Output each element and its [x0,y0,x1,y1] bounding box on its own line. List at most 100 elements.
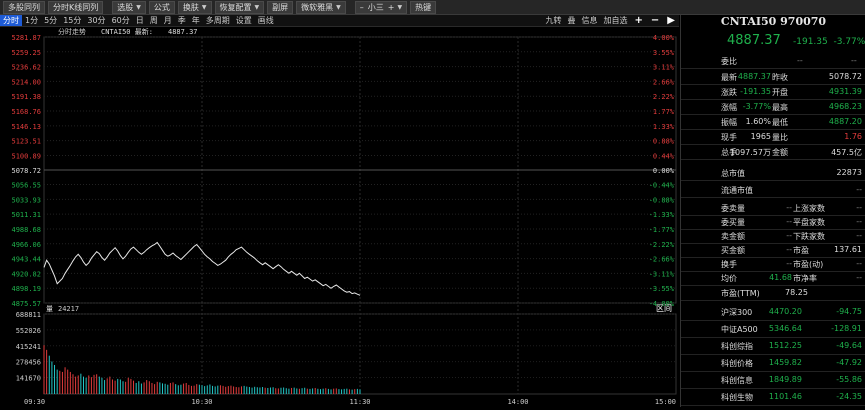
stat-value: 137.61 [834,245,862,254]
index-value: 1459.82 [768,358,802,367]
index-name: 沪深300 [721,308,753,317]
chevron-down-icon: ▼ [336,3,341,11]
pct-tick-label: 0.44% [653,152,675,160]
index-row[interactable]: 科创价格 1459.82 -47.92 [681,355,865,372]
pe-ttm-row: 市盈(TTM) 78.25 [681,287,865,301]
weibi-row: 委比 -- -- [681,55,865,69]
y-tick-label: 5281.87 [11,34,41,42]
y-tick-label: 5146.13 [11,123,41,131]
index-value: 1101.46 [768,392,802,401]
period-tab-4[interactable]: 30分 [84,15,108,26]
stat-label: 委卖量 [721,204,745,213]
toolbar-button-8[interactable]: – 小三 + ▼ [354,0,408,14]
volume-header-prefix: 量 [46,305,53,313]
quote-label: 涨跌 [721,88,737,97]
index-row[interactable]: 科创综指 1512.25 -49.64 [681,338,865,355]
quote-label: 金额 [772,148,788,157]
main-toolbar: 多股同列 分时K线同列 选股 ▼ 公式 换肤 ▼ 恢复配置 ▼ 副屏 微软雅黑 ▼ – 小三 + ▼ 热键 [0,0,865,15]
quote-value: 1.60% [745,117,771,126]
period-tab-7[interactable]: 周 [147,15,161,26]
stat-label: 均价 [721,274,737,283]
toolbar-minus-icon[interactable]: – [360,3,364,12]
pct-tick-label: -1.33% [649,211,675,219]
toolbar-button-label: 微软雅黑 [301,2,334,12]
toolbar-plus-icon[interactable]: + [388,3,395,12]
pct-tick-label: 2.66% [653,78,675,86]
interval-button[interactable]: 区间 [656,304,672,313]
chart-tool-0[interactable]: 九转 [543,15,565,26]
toolbar-button-label: 恢复配置 [219,2,252,12]
pct-tick-label: -1.77% [649,226,675,234]
stat-label: 上涨家数 [793,204,825,213]
quote-value: 1965 [750,132,771,141]
toolbar-button-label: 副屏 [272,2,289,12]
chart-tool-1[interactable]: 叠 [565,15,579,26]
quote-panel: CNTAI50 970070 4887.37 -191.35 -3.77% 委比… [680,15,865,407]
y-tick-label: 4966.06 [11,241,41,249]
quote-label: 最低 [772,118,788,127]
period-tab-11[interactable]: 多周期 [203,15,233,26]
volume-tick-label: 141670 [16,375,41,383]
pct-tick-label: 3.11% [653,64,675,72]
intraday-chart[interactable]: 分时走势 CNTAI50 最新: 4887.37 5281.87 4.00% 5259.2… [0,27,679,407]
quote-value: 1097.57万 [729,148,771,157]
chart-tool-3[interactable]: 加自选 [601,15,631,26]
y-tick-label: 5100.89 [11,152,41,160]
y-tick-label: 4920.82 [11,270,41,278]
toolbar-button-3[interactable]: 公式 [148,0,175,14]
chart-tools: 九转叠信息 加自选 + − ▶ [543,15,679,26]
quote-value: -191.35 [740,87,771,96]
toolbar-button-4[interactable]: 换肤 ▼ [177,0,212,14]
price-line [43,241,361,296]
period-tab-13[interactable]: 画线 [255,15,277,26]
stat-row: 委卖量 -- 上涨家数 -- [681,202,865,216]
toolbar-button-7[interactable]: 微软雅黑 ▼ [296,0,346,14]
price-change: -191.35 -3.77% [793,37,865,47]
pct-tick-label: -0.88% [649,196,675,204]
period-tab-10[interactable]: 年 [189,15,203,26]
toolbar-button-2[interactable]: 选股 ▼ [112,0,146,14]
period-tab-1[interactable]: 1分 [22,15,41,26]
index-name: 科创生物 [721,393,753,402]
period-tab-0[interactable]: 分时 [0,15,22,26]
period-tab-8[interactable]: 月 [161,15,175,26]
period-tab-5[interactable]: 60分 [109,15,133,26]
y-tick-label: 5191.38 [11,93,41,101]
index-value: 1849.89 [768,375,802,384]
chart-header-name: CNTAI50 最新: [101,27,153,36]
stat-value: -- [856,231,862,240]
period-tab-12[interactable]: 设置 [233,15,255,26]
index-row[interactable]: 科创生物 1101.46 -24.35 [681,389,865,406]
toolbar-button-9[interactable]: 热键 [410,0,437,14]
toolbar-button-1[interactable]: 分时K线同列 [48,0,104,14]
period-tab-9[interactable]: 季 [175,15,189,26]
chevron-down-icon: ▼ [254,3,260,11]
index-row[interactable]: 科创信息 1849.89 -55.86 [681,372,865,389]
chart-header-prefix: 分时走势 [58,27,86,36]
chart-tool-5[interactable]: − [647,15,663,26]
quote-label: 最高 [772,103,788,112]
chart-tool-2[interactable]: 信息 [579,15,601,26]
quote-label: 最新 [721,73,737,82]
period-tab-3[interactable]: 15分 [60,15,84,26]
period-tab-2[interactable]: 5分 [41,15,60,26]
index-name: 中证A500 [721,325,758,334]
chart-tool-4[interactable]: + [631,15,647,26]
toolbar-button-label: 热键 [415,2,432,12]
index-row[interactable]: 沪深300 4470.20 -94.75 [681,304,865,321]
index-row[interactable]: 中证A500 5346.64 -128.91 [681,321,865,338]
pct-tick-label: -2.22% [649,241,675,249]
pct-tick-label: 3.55% [653,49,675,57]
chart-tool-6[interactable]: ▶ [663,15,679,26]
quote-row: 涨幅 -3.77% 最高 4968.23 [681,101,865,115]
toolbar-button-5[interactable]: 恢复配置 ▼ [214,0,265,14]
index-change: -128.91 [831,324,862,333]
period-tab-6[interactable]: 日 [133,15,147,26]
x-tick-label: 14:00 [507,398,528,406]
quote-value: 4968.23 [828,102,862,111]
stat-label: 卖金额 [721,232,745,241]
toolbar-button-0[interactable]: 多股同列 [3,0,45,14]
stat-label: 平盘家数 [793,218,825,227]
toolbar-button-6[interactable]: 副屏 [267,0,294,14]
y-tick-label: 5078.72 [11,167,41,175]
